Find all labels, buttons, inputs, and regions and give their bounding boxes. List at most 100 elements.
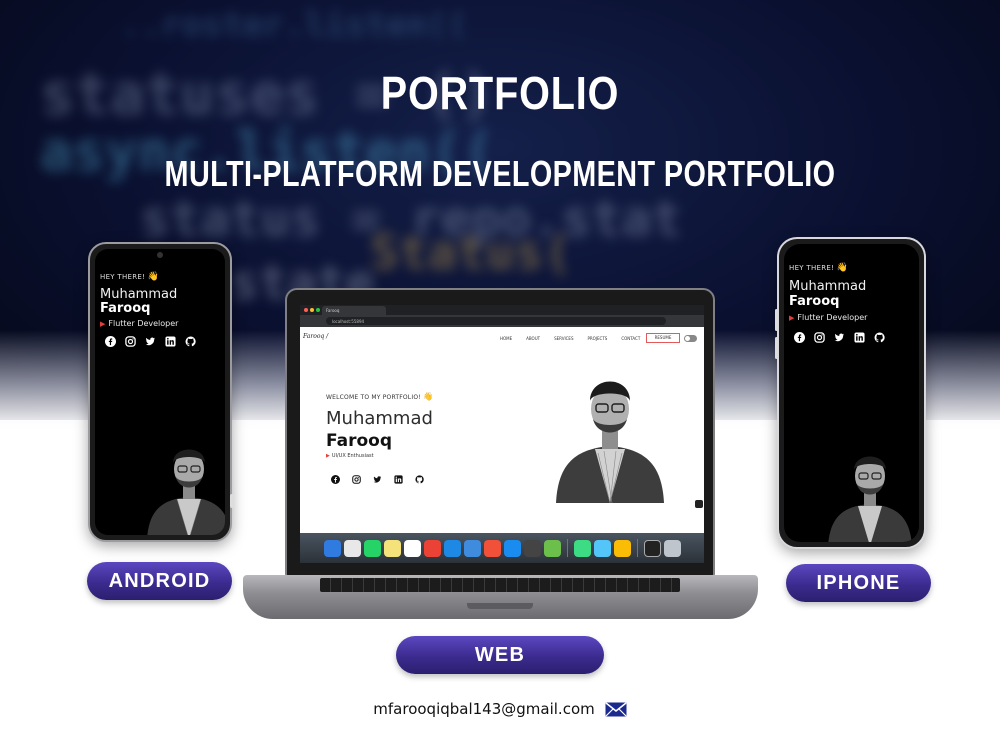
linkedin-icon[interactable] (854, 332, 865, 343)
play-triangle-icon: ▶ (789, 314, 795, 322)
social-links (105, 336, 196, 347)
role-text: ▶ Flutter Developer (100, 319, 179, 328)
last-name: Farooq (789, 294, 840, 309)
theme-toggle[interactable] (684, 335, 697, 342)
play-triangle-icon: ▶ (326, 453, 330, 459)
android-screen: HEY THERE! 👋 Muhammad Farooq ▶ Flutter De… (95, 249, 225, 535)
laptop-keyboard (320, 578, 680, 592)
greeting-text: HEY THERE! 👋 (100, 272, 160, 282)
xcode-icon[interactable] (463, 539, 481, 557)
power-button (230, 494, 234, 508)
role-text: ▶ Flutter Developer (789, 313, 868, 322)
instagram-icon[interactable] (352, 475, 361, 484)
scroll-top-button[interactable] (695, 500, 703, 508)
chrome-icon[interactable] (423, 539, 441, 557)
waving-hand-icon: 👋 (422, 392, 434, 401)
maximize-window-icon[interactable] (316, 308, 320, 312)
facebook-icon[interactable] (105, 336, 116, 347)
android-phone-mockup: HEY THERE! 👋 Muhammad Farooq ▶ Flutter De… (88, 242, 234, 542)
bg-code-line: ..roster.listen(( (120, 5, 468, 45)
nav-about[interactable]: ABOUT (526, 336, 540, 341)
linkedin-icon[interactable] (165, 336, 176, 347)
page-subtitle: MULTI-PLATFORM DEVELOPMENT PORTFOLIO (164, 153, 836, 194)
facebook-icon[interactable] (794, 332, 805, 343)
role-text: ▶ UI/UX Enthusiast (326, 453, 374, 459)
social-links (331, 475, 424, 484)
laptop-notch (467, 603, 533, 609)
twitter-icon[interactable] (145, 336, 156, 347)
web-label-button[interactable]: WEB (396, 636, 604, 674)
social-links (794, 332, 885, 343)
terminal-icon[interactable] (523, 539, 541, 557)
twitter-icon[interactable] (834, 332, 845, 343)
last-name: Farooq (100, 301, 151, 316)
linkedin-icon[interactable] (394, 475, 403, 484)
nav-services[interactable]: SERVICES (554, 336, 573, 341)
slack-icon[interactable] (403, 539, 421, 557)
mail-icon[interactable] (605, 701, 627, 717)
browser-toolbar: localhost:55894 (300, 315, 704, 327)
swift-icon[interactable] (483, 539, 501, 557)
person-illustration (556, 381, 664, 504)
welcome-text: WELCOME TO MY PORTFOLIO! 👋 (326, 392, 434, 401)
android-icon[interactable] (573, 539, 591, 557)
contact-row: mfarooqiqbal143@gmail.com (0, 700, 1000, 718)
profile-photo (143, 427, 225, 535)
twitter-icon[interactable] (373, 475, 382, 484)
iphone-mockup: HEY THERE! 👋 Muhammad Farooq ▶ Flutter De… (775, 237, 926, 549)
nav-projects[interactable]: PROJECTS (587, 336, 607, 341)
android-label-button[interactable]: ANDROID (87, 562, 232, 600)
whatsapp-icon[interactable] (363, 539, 381, 557)
instagram-icon[interactable] (814, 332, 825, 343)
minimize-window-icon[interactable] (310, 308, 314, 312)
person-illustration (828, 456, 912, 542)
address-bar[interactable]: localhost:55894 (326, 317, 666, 325)
site-logo[interactable]: Farooq / (303, 333, 328, 340)
profile-photo (552, 353, 668, 504)
page-title: PORTFOLIO (380, 67, 620, 119)
camera-icon (157, 252, 163, 258)
screen-icon[interactable] (643, 539, 661, 557)
dock-separator (566, 539, 568, 557)
browser-tab[interactable]: Farooq (322, 306, 386, 315)
first-name: Muhammad (100, 287, 178, 302)
instagram-icon[interactable] (125, 336, 136, 347)
close-window-icon[interactable] (304, 308, 308, 312)
volume-up-button (775, 309, 778, 331)
site-navbar: Farooq / HOME ABOUT SERVICES PROJECTS CO… (300, 327, 704, 349)
nav-contact[interactable]: CONTACT (621, 336, 640, 341)
github-icon[interactable] (185, 336, 196, 347)
github-icon[interactable] (415, 475, 424, 484)
email-link[interactable]: mfarooqiqbal143@gmail.com (373, 700, 594, 718)
last-name: Farooq (326, 431, 392, 451)
play-triangle-icon: ▶ (100, 320, 106, 328)
finder-icon[interactable] (323, 539, 341, 557)
waving-hand-icon: 👋 (147, 272, 160, 282)
github-icon[interactable] (874, 332, 885, 343)
vscode-icon[interactable] (443, 539, 461, 557)
profile-photo (824, 434, 916, 542)
android-studio-icon[interactable] (543, 539, 561, 557)
waving-hand-icon: 👋 (836, 263, 849, 273)
facebook-icon[interactable] (331, 475, 340, 484)
first-name: Muhammad (326, 408, 433, 429)
first-name: Muhammad (789, 279, 867, 294)
laptop-screen: Farooq localhost:55894 Farooq / HOME ABO… (300, 305, 704, 563)
safari-icon[interactable] (503, 539, 521, 557)
chrome-icon[interactable] (613, 539, 631, 557)
person-illustration (147, 449, 225, 535)
trash-icon[interactable] (663, 539, 681, 557)
browser-tab-bar: Farooq (300, 305, 704, 315)
resume-button[interactable]: RESUME (646, 333, 680, 343)
iphone-label-button[interactable]: IPHONE (786, 564, 931, 602)
flutter-icon[interactable] (593, 539, 611, 557)
notes-icon[interactable] (383, 539, 401, 557)
dock-separator (636, 539, 638, 557)
nav-links: HOME ABOUT SERVICES PROJECTS CONTACT (500, 336, 640, 341)
nav-home[interactable]: HOME (500, 336, 512, 341)
bg-code-line: Status( (370, 225, 573, 281)
iphone-screen: HEY THERE! 👋 Muhammad Farooq ▶ Flutter De… (784, 244, 919, 542)
volume-down-button (775, 337, 778, 359)
macos-dock (300, 533, 704, 563)
launchpad-icon[interactable] (343, 539, 361, 557)
